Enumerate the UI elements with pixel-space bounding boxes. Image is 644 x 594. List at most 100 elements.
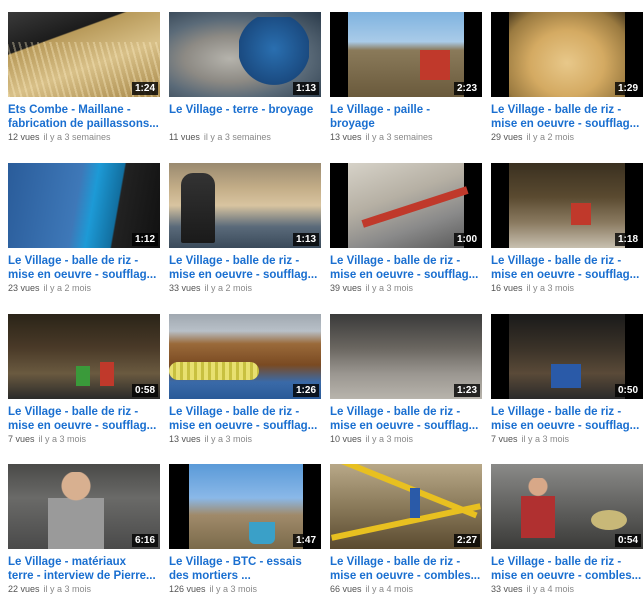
video-card[interactable]: 1:26 Le Village - balle de riz - mise en … bbox=[169, 314, 321, 444]
video-card[interactable]: 6:16 Le Village - matériaux terre - inter… bbox=[8, 464, 160, 594]
video-duration: 1:12 bbox=[131, 233, 158, 246]
video-card[interactable]: 1:18 Le Village - balle de riz - mise en … bbox=[491, 163, 643, 293]
video-card[interactable]: 1:47 Le Village - BTC - essais des mortie… bbox=[169, 464, 321, 594]
video-meta: 66 vues il y a 4 mois bbox=[330, 584, 482, 594]
video-card[interactable]: 1:13 Le Village - terre - broyage 11 vue… bbox=[169, 12, 321, 142]
video-thumbnail[interactable]: 1:12 bbox=[8, 163, 160, 248]
video-meta: 23 vues il y a 2 mois bbox=[8, 283, 160, 293]
video-thumbnail[interactable]: 1:13 bbox=[169, 163, 321, 248]
video-card[interactable]: 1:29 Le Village - balle de riz - mise en … bbox=[491, 12, 643, 142]
upload-age: il y a 3 mois bbox=[365, 434, 414, 444]
video-card[interactable]: 1:24 Ets Combe - Maillane - fabrication d… bbox=[8, 12, 160, 142]
video-thumbnail[interactable]: 1:29 bbox=[491, 12, 643, 97]
upload-age: il y a 2 mois bbox=[526, 132, 575, 142]
video-title[interactable]: Le Village - balle de riz - mise en oeuvr… bbox=[491, 103, 643, 131]
view-count: 29 vues bbox=[491, 132, 523, 142]
view-count: 16 vues bbox=[491, 283, 523, 293]
video-title[interactable]: Ets Combe - Maillane - fabrication de pai… bbox=[8, 103, 160, 131]
video-meta: 33 vues il y a 2 mois bbox=[169, 283, 321, 293]
view-count: 10 vues bbox=[330, 434, 362, 444]
video-card[interactable]: 2:27 Le Village - balle de riz - mise en … bbox=[330, 464, 482, 594]
video-meta: 10 vues il y a 3 mois bbox=[330, 434, 482, 444]
video-thumbnail[interactable]: 1:18 bbox=[491, 163, 643, 248]
upload-age: il y a 3 semaines bbox=[43, 132, 111, 142]
video-thumbnail[interactable]: 0:58 bbox=[8, 314, 160, 399]
upload-age: il y a 2 mois bbox=[204, 283, 253, 293]
video-title[interactable]: Le Village - terre - broyage bbox=[169, 103, 321, 131]
upload-age: il y a 3 mois bbox=[526, 283, 575, 293]
view-count: 33 vues bbox=[491, 584, 523, 594]
video-duration: 0:58 bbox=[131, 384, 158, 397]
video-title[interactable]: Le Village - balle de riz - mise en oeuvr… bbox=[491, 405, 643, 433]
video-thumbnail[interactable]: 0:50 bbox=[491, 314, 643, 399]
video-title[interactable]: Le Village - balle de riz - mise en oeuvr… bbox=[330, 405, 482, 433]
video-meta: 22 vues il y a 3 mois bbox=[8, 584, 160, 594]
view-count: 13 vues bbox=[169, 434, 201, 444]
video-duration: 0:50 bbox=[614, 384, 641, 397]
video-thumbnail[interactable]: 2:23 bbox=[330, 12, 482, 97]
video-card[interactable]: 2:23 Le Village - paille - broyage 13 vue… bbox=[330, 12, 482, 142]
video-card[interactable]: 0:54 Le Village - balle de riz - mise en … bbox=[491, 464, 643, 594]
video-duration: 2:23 bbox=[453, 82, 480, 95]
upload-age: il y a 3 semaines bbox=[203, 132, 271, 142]
video-card[interactable]: 0:50 Le Village - balle de riz - mise en … bbox=[491, 314, 643, 444]
video-card[interactable]: 1:00 Le Village - balle de riz - mise en … bbox=[330, 163, 482, 293]
video-duration: 6:16 bbox=[131, 534, 158, 547]
video-meta: 33 vues il y a 4 mois bbox=[491, 584, 643, 594]
video-title[interactable]: Le Village - balle de riz - mise en oeuvr… bbox=[330, 254, 482, 282]
video-meta: 29 vues il y a 2 mois bbox=[491, 132, 643, 142]
video-thumbnail[interactable]: 1:26 bbox=[169, 314, 321, 399]
video-card[interactable]: 1:12 Le Village - balle de riz - mise en … bbox=[8, 163, 160, 293]
view-count: 11 vues bbox=[169, 132, 200, 142]
video-title[interactable]: Le Village - BTC - essais des mortiers ..… bbox=[169, 555, 321, 583]
view-count: 39 vues bbox=[330, 283, 362, 293]
video-title[interactable]: Le Village - balle de riz - mise en oeuvr… bbox=[491, 254, 643, 282]
view-count: 66 vues bbox=[330, 584, 362, 594]
video-duration: 1:26 bbox=[292, 384, 319, 397]
video-thumbnail[interactable]: 1:00 bbox=[330, 163, 482, 248]
view-count: 13 vues bbox=[330, 132, 362, 142]
view-count: 33 vues bbox=[169, 283, 201, 293]
video-thumbnail[interactable]: 1:23 bbox=[330, 314, 482, 399]
video-thumbnail[interactable]: 1:24 bbox=[8, 12, 160, 97]
video-meta: 7 vues il y a 3 mois bbox=[8, 434, 160, 444]
video-title[interactable]: Le Village - balle de riz - mise en oeuvr… bbox=[169, 405, 321, 433]
video-duration: 1:13 bbox=[292, 233, 319, 246]
video-thumbnail[interactable]: 1:47 bbox=[169, 464, 321, 549]
upload-age: il y a 4 mois bbox=[365, 584, 414, 594]
video-duration: 1:13 bbox=[292, 82, 319, 95]
video-duration: 1:24 bbox=[131, 82, 158, 95]
video-title[interactable]: Le Village - balle de riz - mise en oeuvr… bbox=[330, 555, 482, 583]
video-title[interactable]: Le Village - balle de riz - mise en oeuvr… bbox=[8, 254, 160, 282]
video-meta: 39 vues il y a 3 mois bbox=[330, 283, 482, 293]
video-title[interactable]: Le Village - balle de riz - mise en oeuvr… bbox=[491, 555, 643, 583]
upload-age: il y a 3 mois bbox=[38, 434, 87, 444]
upload-age: il y a 3 semaines bbox=[365, 132, 433, 142]
view-count: 22 vues bbox=[8, 584, 40, 594]
video-duration: 1:18 bbox=[614, 233, 641, 246]
video-thumbnail[interactable]: 1:13 bbox=[169, 12, 321, 97]
view-count: 126 vues bbox=[169, 584, 206, 594]
video-title[interactable]: Le Village - balle de riz - mise en oeuvr… bbox=[8, 405, 160, 433]
video-thumbnail[interactable]: 6:16 bbox=[8, 464, 160, 549]
video-duration: 1:23 bbox=[453, 384, 480, 397]
video-grid: 1:24 Ets Combe - Maillane - fabrication d… bbox=[0, 0, 644, 594]
upload-age: il y a 3 mois bbox=[365, 283, 414, 293]
video-card[interactable]: 1:13 Le Village - balle de riz - mise en … bbox=[169, 163, 321, 293]
upload-age: il y a 3 mois bbox=[521, 434, 570, 444]
upload-age: il y a 2 mois bbox=[43, 283, 92, 293]
video-meta: 13 vues il y a 3 mois bbox=[169, 434, 321, 444]
video-meta: 12 vues il y a 3 semaines bbox=[8, 132, 160, 142]
upload-age: il y a 3 mois bbox=[43, 584, 92, 594]
video-card[interactable]: 0:58 Le Village - balle de riz - mise en … bbox=[8, 314, 160, 444]
thumbnail-image bbox=[509, 12, 625, 97]
thumbnail-image bbox=[509, 163, 625, 248]
video-title[interactable]: Le Village - balle de riz - mise en oeuvr… bbox=[169, 254, 321, 282]
video-thumbnail[interactable]: 0:54 bbox=[491, 464, 643, 549]
view-count: 23 vues bbox=[8, 283, 40, 293]
upload-age: il y a 3 mois bbox=[204, 434, 253, 444]
video-card[interactable]: 1:23 Le Village - balle de riz - mise en … bbox=[330, 314, 482, 444]
video-title[interactable]: Le Village - matériaux terre - interview … bbox=[8, 555, 160, 583]
video-thumbnail[interactable]: 2:27 bbox=[330, 464, 482, 549]
video-title[interactable]: Le Village - paille - broyage bbox=[330, 103, 482, 131]
